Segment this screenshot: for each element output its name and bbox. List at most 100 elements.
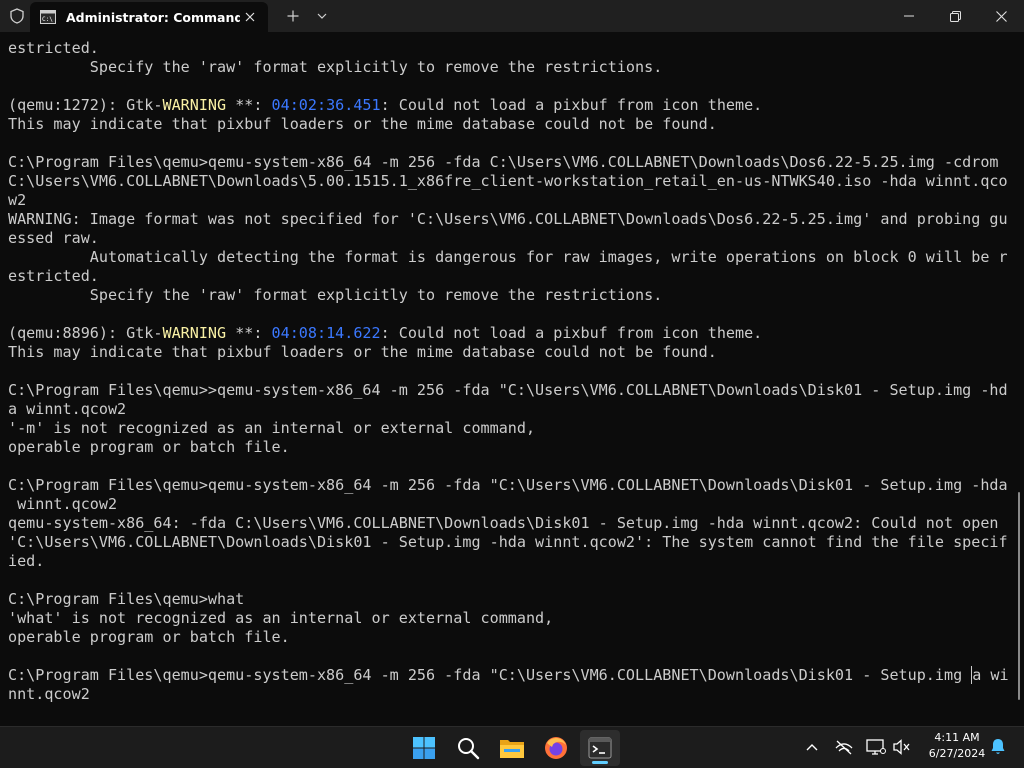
terminal-line: C:\Users\VM6.COLLABNET\Downloads\5.00.15… <box>8 172 1008 191</box>
tab-dropdown-button[interactable] <box>310 4 334 28</box>
firefox-button[interactable] <box>536 730 576 766</box>
terminal-text-segment: nnt.qcow2 <box>8 685 90 703</box>
terminal-text-segment: Specify the 'raw' format explicitly to r… <box>8 286 663 304</box>
show-hidden-icons-button[interactable] <box>800 735 824 759</box>
chevron-down-icon <box>317 13 327 19</box>
terminal-text-segment: WARNING <box>162 324 227 342</box>
terminal-text-segment: ied. <box>8 552 45 570</box>
minimize-button[interactable] <box>886 0 932 32</box>
start-button[interactable] <box>404 730 444 766</box>
text-cursor: a <box>971 666 982 684</box>
firefox-icon <box>545 737 567 759</box>
clock-time: 4:11 AM <box>934 731 980 744</box>
terminal-text-segment: 04:02:36.451 <box>271 96 381 114</box>
terminal-line: (qemu:1272): Gtk-WARNING **: 04:02:36.45… <box>8 96 1008 115</box>
tab-title: Administrator: Command Pro <box>66 9 240 25</box>
network-status-button[interactable] <box>832 735 856 759</box>
terminal-line: qemu-system-x86_64: -fda C:\Users\VM6.CO… <box>8 514 1008 533</box>
terminal-text-segment: This may indicate that pixbuf loaders or… <box>8 115 717 133</box>
volume-button[interactable] <box>890 735 914 759</box>
terminal-line: operable program or batch file. <box>8 628 1008 647</box>
terminal-line: 'C:\Users\VM6.COLLABNET\Downloads\Disk01… <box>8 533 1008 552</box>
command-prompt-icon: C:\ <box>40 9 56 25</box>
terminal-text-segment: Automatically detecting the format is da… <box>8 248 1008 266</box>
close-icon <box>995 10 1007 22</box>
terminal-text-segment: WARNING: Image format was not specified … <box>8 210 1008 228</box>
terminal-text: estricted. Specify the 'raw' format expl… <box>8 39 1008 704</box>
terminal-text-segment: : Could not load a pixbuf from icon them… <box>380 324 763 342</box>
terminal-text-segment: (qemu:8896): Gtk- <box>8 324 163 342</box>
shield-icon <box>0 0 34 32</box>
windows-logo-icon <box>413 737 435 759</box>
terminal-text-segment: WARNING <box>162 96 227 114</box>
terminal-text-segment: winnt.qcow2 <box>8 495 118 513</box>
bell-icon <box>991 739 1005 754</box>
taskbar-clock[interactable]: 4:11 AM 6/27/2024 <box>918 730 996 766</box>
network-off-icon <box>835 740 853 755</box>
terminal-button[interactable] <box>580 730 620 766</box>
terminal-line: estricted. <box>8 267 1008 286</box>
terminal-text-segment: C:\Program Files\qemu>qemu-system-x86_64… <box>8 153 999 171</box>
terminal-text-segment: essed raw. <box>8 229 99 247</box>
terminal-text-segment: '-m' is not recognized as an internal or… <box>8 419 536 437</box>
terminal-line: Specify the 'raw' format explicitly to r… <box>8 286 1008 305</box>
speaker-muted-icon <box>893 739 910 755</box>
terminal-line: C:\Program Files\qemu>qemu-system-x86_64… <box>8 153 1008 172</box>
terminal-text-segment: wi <box>981 666 1008 684</box>
close-tab-icon[interactable] <box>240 7 260 27</box>
search-icon <box>458 738 480 760</box>
terminal-text-segment: 04:08:14.622 <box>271 324 381 342</box>
terminal-text-segment: C:\Program Files\qemu>what <box>8 590 245 608</box>
terminal-text-segment: w2 <box>8 191 27 209</box>
restore-icon <box>949 10 961 22</box>
terminal-line: nnt.qcow2 <box>8 685 1008 704</box>
file-explorer-button[interactable] <box>492 730 532 766</box>
terminal-line: C:\Program Files\qemu>qemu-system-x86_64… <box>8 476 1008 495</box>
terminal-icon <box>588 737 612 759</box>
terminal-text-segment: estricted. <box>8 39 99 57</box>
terminal-text-segment: **: <box>226 324 272 342</box>
terminal-text-segment: This may indicate that pixbuf loaders or… <box>8 343 717 361</box>
terminal-text-segment: a winnt.qcow2 <box>8 400 127 418</box>
terminal-line: winnt.qcow2 <box>8 495 1008 514</box>
tab-command-prompt[interactable]: C:\ Administrator: Command Pro <box>30 2 268 32</box>
active-app-indicator <box>592 761 608 764</box>
terminal-line: WARNING: Image format was not specified … <box>8 210 1008 229</box>
terminal-text-segment: **: <box>226 96 272 114</box>
terminal-scrollbar[interactable] <box>1018 492 1020 700</box>
terminal-text-segment: operable program or batch file. <box>8 628 290 646</box>
terminal-line: C:\Program Files\qemu>qemu-system-x86_64… <box>8 666 1008 685</box>
terminal-line: operable program or batch file. <box>8 438 1008 457</box>
terminal-text-segment: Specify the 'raw' format explicitly to r… <box>8 58 663 76</box>
restore-button[interactable] <box>932 0 978 32</box>
display-icon <box>866 739 886 755</box>
terminal-line: estricted. <box>8 39 1008 58</box>
terminal-text-segment: qemu-system-x86_64: -fda C:\Users\VM6.CO… <box>8 514 999 532</box>
terminal-text-segment: 'what' is not recognized as an internal … <box>8 609 554 627</box>
terminal-text-segment: estricted. <box>8 267 99 285</box>
terminal-line: w2 <box>8 191 1008 210</box>
terminal-line: '-m' is not recognized as an internal or… <box>8 419 1008 438</box>
minimize-icon <box>904 15 914 17</box>
display-status-button[interactable] <box>864 735 888 759</box>
terminal-text-segment: C:\Program Files\qemu>qemu-system-x86_64… <box>8 476 1008 494</box>
notifications-button[interactable] <box>986 735 1010 759</box>
folder-icon <box>500 740 524 758</box>
terminal-line: This may indicate that pixbuf loaders or… <box>8 343 1008 362</box>
terminal-line: essed raw. <box>8 229 1008 248</box>
terminal-line: a winnt.qcow2 <box>8 400 1008 419</box>
terminal-output[interactable]: estricted. Specify the 'raw' format expl… <box>0 32 1024 726</box>
close-window-button[interactable] <box>978 0 1024 32</box>
svg-text:C:\: C:\ <box>42 16 53 23</box>
new-tab-button[interactable] <box>280 4 306 28</box>
terminal-line: Automatically detecting the format is da… <box>8 248 1008 267</box>
search-button[interactable] <box>448 730 488 766</box>
terminal-text-segment: 'C:\Users\VM6.COLLABNET\Downloads\Disk01… <box>8 533 1008 551</box>
